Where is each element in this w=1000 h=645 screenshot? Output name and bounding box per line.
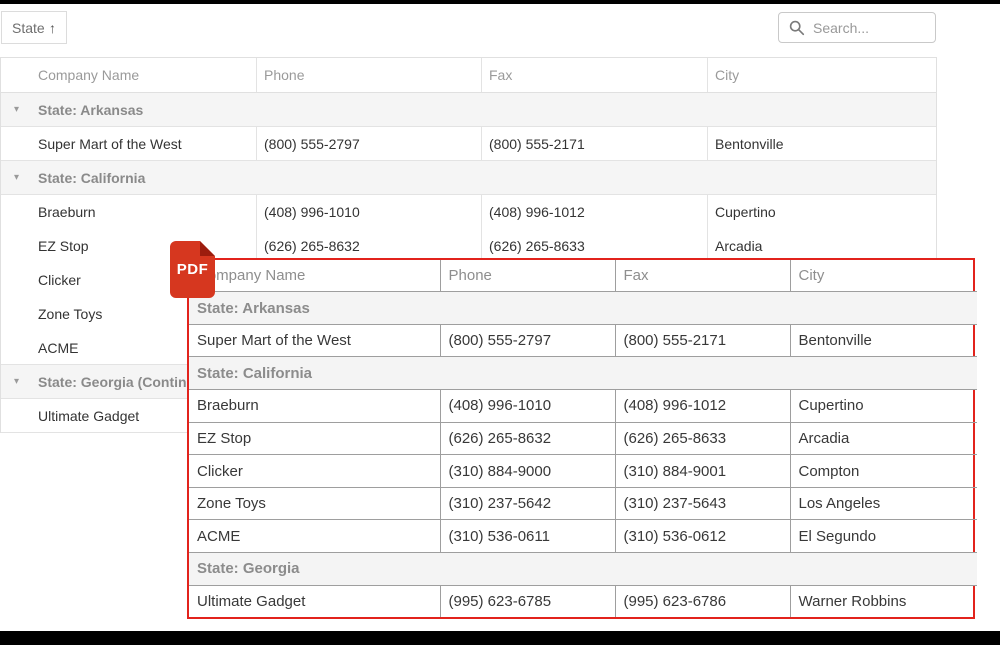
search-box — [778, 12, 936, 43]
pdf-cell-company: Braeburn — [189, 390, 440, 423]
pdf-cell-phone: (408) 996-1010 — [440, 390, 615, 423]
pdf-row-braeburn: Braeburn (408) 996-1010 (408) 996-1012 C… — [189, 390, 977, 423]
column-header-city[interactable]: City — [708, 58, 936, 92]
pdf-cell-fax: (310) 237-5643 — [615, 487, 790, 520]
collapse-arrow-icon[interactable]: ▾ — [14, 172, 38, 183]
pdf-cell-company: Ultimate Gadget — [189, 585, 440, 617]
pdf-cell-city: Arcadia — [790, 422, 977, 455]
grid-row-braeburn[interactable]: Braeburn (408) 996-1010 (408) 996-1012 C… — [1, 195, 936, 229]
page: State ↑ Company Name Phone Fax City ▾ St… — [0, 0, 1000, 645]
group-row-label: State: Arkansas — [38, 102, 143, 118]
pdf-cell-city: Bentonville — [790, 324, 977, 357]
pdf-row-clicker: Clicker (310) 884-9000 (310) 884-9001 Co… — [189, 455, 977, 488]
pdf-cell-fax: (310) 536-0612 — [615, 520, 790, 553]
search-input[interactable] — [778, 12, 936, 43]
pdf-column-header-phone: Phone — [440, 260, 615, 292]
pdf-row-zone-toys: Zone Toys (310) 237-5642 (310) 237-5643 … — [189, 487, 977, 520]
pdf-cell-company: EZ Stop — [189, 422, 440, 455]
grid-header-row: Company Name Phone Fax City — [1, 58, 936, 93]
pdf-file-icon: PDF — [170, 241, 215, 298]
pdf-cell-city: El Segundo — [790, 520, 977, 553]
pdf-cell-city: Cupertino — [790, 390, 977, 423]
pdf-header-row: Company Name Phone Fax City — [189, 260, 977, 292]
group-row-california[interactable]: ▾ State: California — [1, 161, 936, 195]
pdf-cell-phone: (310) 536-0611 — [440, 520, 615, 553]
pdf-cell-company: Clicker — [189, 455, 440, 488]
column-header-phone[interactable]: Phone — [257, 58, 482, 92]
pdf-group-label: State: Georgia — [189, 553, 977, 586]
collapse-arrow-icon[interactable]: ▾ — [14, 104, 38, 115]
cell-phone: (800) 555-2797 — [257, 127, 482, 160]
pdf-column-header-fax: Fax — [615, 260, 790, 292]
cell-fax: (800) 555-2171 — [482, 127, 708, 160]
cell-phone: (408) 996-1010 — [257, 195, 482, 229]
pdf-group-label: State: California — [189, 357, 977, 390]
pdf-cell-phone: (626) 265-8632 — [440, 422, 615, 455]
cell-city: Bentonville — [708, 127, 936, 160]
cell-city: Cupertino — [708, 195, 936, 229]
pdf-cell-phone: (995) 623-6785 — [440, 585, 615, 617]
cell-company: Super Mart of the West — [1, 127, 257, 160]
pdf-cell-city: Warner Robbins — [790, 585, 977, 617]
cell-fax: (408) 996-1012 — [482, 195, 708, 229]
pdf-cell-company: ACME — [189, 520, 440, 553]
pdf-group-row-arkansas: State: Arkansas — [189, 292, 977, 325]
pdf-cell-phone: (800) 555-2797 — [440, 324, 615, 357]
group-row-label: State: California — [38, 170, 145, 186]
pdf-cell-company: Super Mart of the West — [189, 324, 440, 357]
pdf-group-row-georgia: State: Georgia — [189, 553, 977, 586]
pdf-export-preview: Company Name Phone Fax City State: Arkan… — [187, 258, 975, 619]
pdf-column-header-city: City — [790, 260, 977, 292]
pdf-cell-phone: (310) 884-9000 — [440, 455, 615, 488]
pdf-row-acme: ACME (310) 536-0611 (310) 536-0612 El Se… — [189, 520, 977, 553]
top-letterbox-bar — [0, 0, 1000, 4]
bottom-letterbox-bar — [0, 631, 1000, 645]
pdf-column-header-company-name: Company Name — [189, 260, 440, 292]
group-row-arkansas[interactable]: ▾ State: Arkansas — [1, 93, 936, 127]
collapse-arrow-icon[interactable]: ▾ — [14, 376, 38, 387]
pdf-group-label: State: Arkansas — [189, 292, 977, 325]
group-row-label: State: Georgia (Continu — [38, 374, 195, 390]
column-header-fax[interactable]: Fax — [482, 58, 708, 92]
column-header-company-name[interactable]: Company Name — [1, 58, 257, 92]
pdf-cell-fax: (310) 884-9001 — [615, 455, 790, 488]
pdf-row-ultimate-gadget: Ultimate Gadget (995) 623-6785 (995) 623… — [189, 585, 977, 617]
pdf-row-ez-stop: EZ Stop (626) 265-8632 (626) 265-8633 Ar… — [189, 422, 977, 455]
pdf-cell-city: Los Angeles — [790, 487, 977, 520]
pdf-table: Company Name Phone Fax City State: Arkan… — [189, 260, 977, 617]
pdf-cell-fax: (626) 265-8633 — [615, 422, 790, 455]
pdf-cell-fax: (800) 555-2171 — [615, 324, 790, 357]
pdf-group-row-california: State: California — [189, 357, 977, 390]
pdf-cell-company: Zone Toys — [189, 487, 440, 520]
pdf-cell-fax: (995) 623-6786 — [615, 585, 790, 617]
pdf-cell-fax: (408) 996-1012 — [615, 390, 790, 423]
pdf-cell-phone: (310) 237-5642 — [440, 487, 615, 520]
pdf-cell-city: Compton — [790, 455, 977, 488]
pdf-icon-label: PDF — [177, 261, 209, 278]
grid-row-super-mart[interactable]: Super Mart of the West (800) 555-2797 (8… — [1, 127, 936, 161]
sort-ascending-icon: ↑ — [49, 21, 56, 35]
pdf-row-super-mart: Super Mart of the West (800) 555-2797 (8… — [189, 324, 977, 357]
group-panel-chip-state[interactable]: State ↑ — [1, 11, 67, 44]
cell-company: Braeburn — [1, 195, 257, 229]
group-chip-label: State — [12, 20, 45, 36]
